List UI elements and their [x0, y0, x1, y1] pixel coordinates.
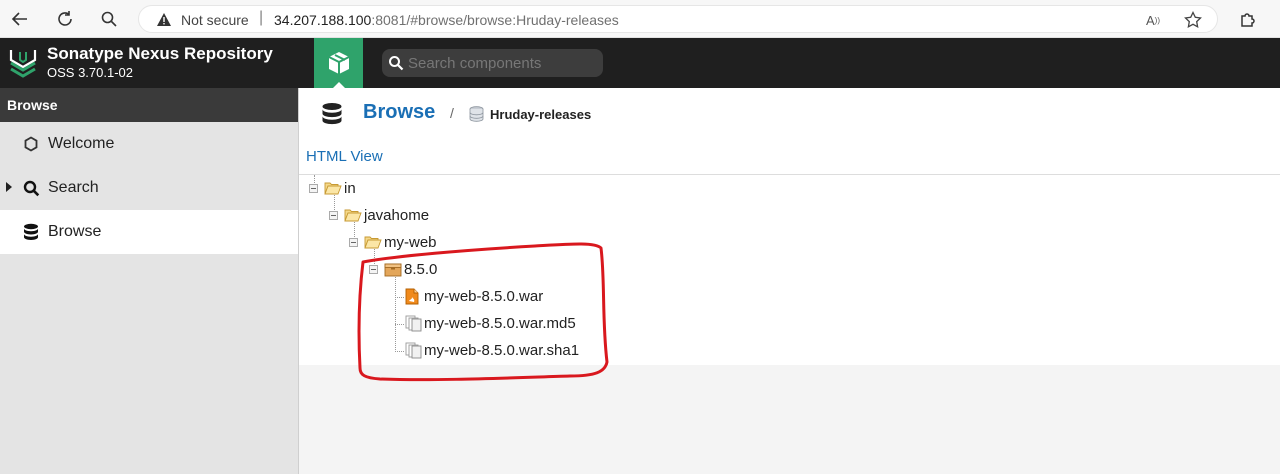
security-label[interactable]: Not secure: [181, 12, 249, 28]
back-icon[interactable]: [8, 7, 32, 31]
read-aloud-icon[interactable]: A)): [1143, 10, 1163, 30]
sidebar-item-label: Browse: [48, 223, 102, 240]
reload-icon[interactable]: [53, 7, 77, 31]
app-title: Sonatype Nexus Repository: [47, 44, 273, 63]
expand-arrow-icon[interactable]: [6, 182, 12, 192]
checksum-file-icon: [405, 315, 422, 336]
cube-icon: [328, 52, 349, 74]
address-bar[interactable]: Not secure | 34.207.188.100:8081/#browse…: [138, 5, 1218, 33]
sidebar-title: Browse: [0, 88, 298, 122]
warning-icon[interactable]: [156, 12, 172, 32]
collapse-toggle-icon[interactable]: [309, 184, 318, 193]
folder-open-icon: [344, 208, 362, 226]
favorite-star-icon[interactable]: [1183, 10, 1203, 30]
tree-node-version[interactable]: 8.5.0: [369, 259, 669, 281]
tree-connector: [395, 324, 404, 325]
extensions-icon[interactable]: [1236, 7, 1260, 31]
database-icon: [321, 102, 343, 131]
sidebar-item-search[interactable]: Search: [0, 166, 298, 210]
tree-node-javahome[interactable]: javahome: [329, 205, 629, 227]
tree-node-label: javahome: [364, 207, 430, 224]
sidebar-item-browse[interactable]: Browse: [0, 210, 298, 254]
tree-node-md5-file[interactable]: my-web-8.5.0.war.md5: [405, 313, 705, 335]
component-tree: in javahome my-web 8.5.0 my-web-8.5.0.wa…: [299, 175, 1280, 365]
breadcrumb-separator: /: [450, 105, 454, 121]
hexagon-icon: [22, 135, 40, 153]
url-text[interactable]: 34.207.188.100:8081/#browse/browse:Hruda…: [274, 12, 619, 28]
tree-connector: [395, 297, 404, 298]
tree-node-label: my-web: [384, 234, 437, 251]
tree-node-label: my-web-8.5.0.war.md5: [424, 315, 576, 332]
repository-icon: [469, 106, 484, 127]
html-view-link[interactable]: HTML View: [306, 148, 383, 165]
sidebar: Browse Welcome Search Browse: [0, 88, 299, 474]
main-content: Browse / Hruday-releases HTML View in ja…: [299, 88, 1280, 474]
tree-node-label: my-web-8.5.0.war: [424, 288, 544, 305]
checksum-file-icon: [405, 342, 422, 363]
sidebar-item-welcome[interactable]: Welcome: [0, 122, 298, 166]
browser-toolbar: Not secure | 34.207.188.100:8081/#browse…: [0, 0, 1280, 38]
breadcrumb-repository: Hruday-releases: [490, 107, 592, 122]
tree-connector: [395, 274, 396, 352]
sonatype-logo-icon[interactable]: [8, 47, 38, 84]
browse-mode-button[interactable]: [314, 38, 363, 88]
tree-node-sha1-file[interactable]: my-web-8.5.0.war.sha1: [405, 340, 705, 362]
collapse-toggle-icon[interactable]: [349, 238, 358, 247]
search-icon[interactable]: [97, 7, 121, 31]
tree-connector: [395, 351, 404, 352]
app-version: OSS 3.70.1-02: [47, 65, 133, 80]
tree-node-label: in: [344, 180, 356, 197]
address-divider: |: [259, 9, 264, 26]
breadcrumb: Browse / Hruday-releases: [299, 88, 1280, 140]
sidebar-item-label: Welcome: [48, 135, 115, 152]
html-view-bar: HTML View: [299, 140, 1280, 175]
sidebar-item-label: Search: [48, 179, 99, 196]
search-input[interactable]: [408, 52, 596, 74]
search-components[interactable]: [382, 49, 603, 77]
collapse-toggle-icon[interactable]: [329, 211, 338, 220]
database-icon: [22, 223, 40, 241]
war-file-icon: [405, 288, 419, 309]
search-icon: [388, 55, 404, 76]
tree-node-my-web[interactable]: my-web: [349, 232, 649, 254]
breadcrumb-browse-link[interactable]: Browse: [363, 101, 435, 124]
component-icon: [384, 262, 402, 281]
folder-open-icon: [324, 181, 342, 199]
app-header: Sonatype Nexus Repository OSS 3.70.1-02: [0, 38, 1280, 88]
folder-open-icon: [364, 235, 382, 253]
tree-node-label: 8.5.0: [404, 261, 438, 278]
tree-node-war-file[interactable]: my-web-8.5.0.war: [405, 286, 705, 308]
collapse-toggle-icon[interactable]: [369, 265, 378, 274]
tree-node-label: my-web-8.5.0.war.sha1: [424, 342, 580, 359]
tree-node-in[interactable]: in: [309, 178, 609, 200]
search-icon: [22, 179, 40, 197]
